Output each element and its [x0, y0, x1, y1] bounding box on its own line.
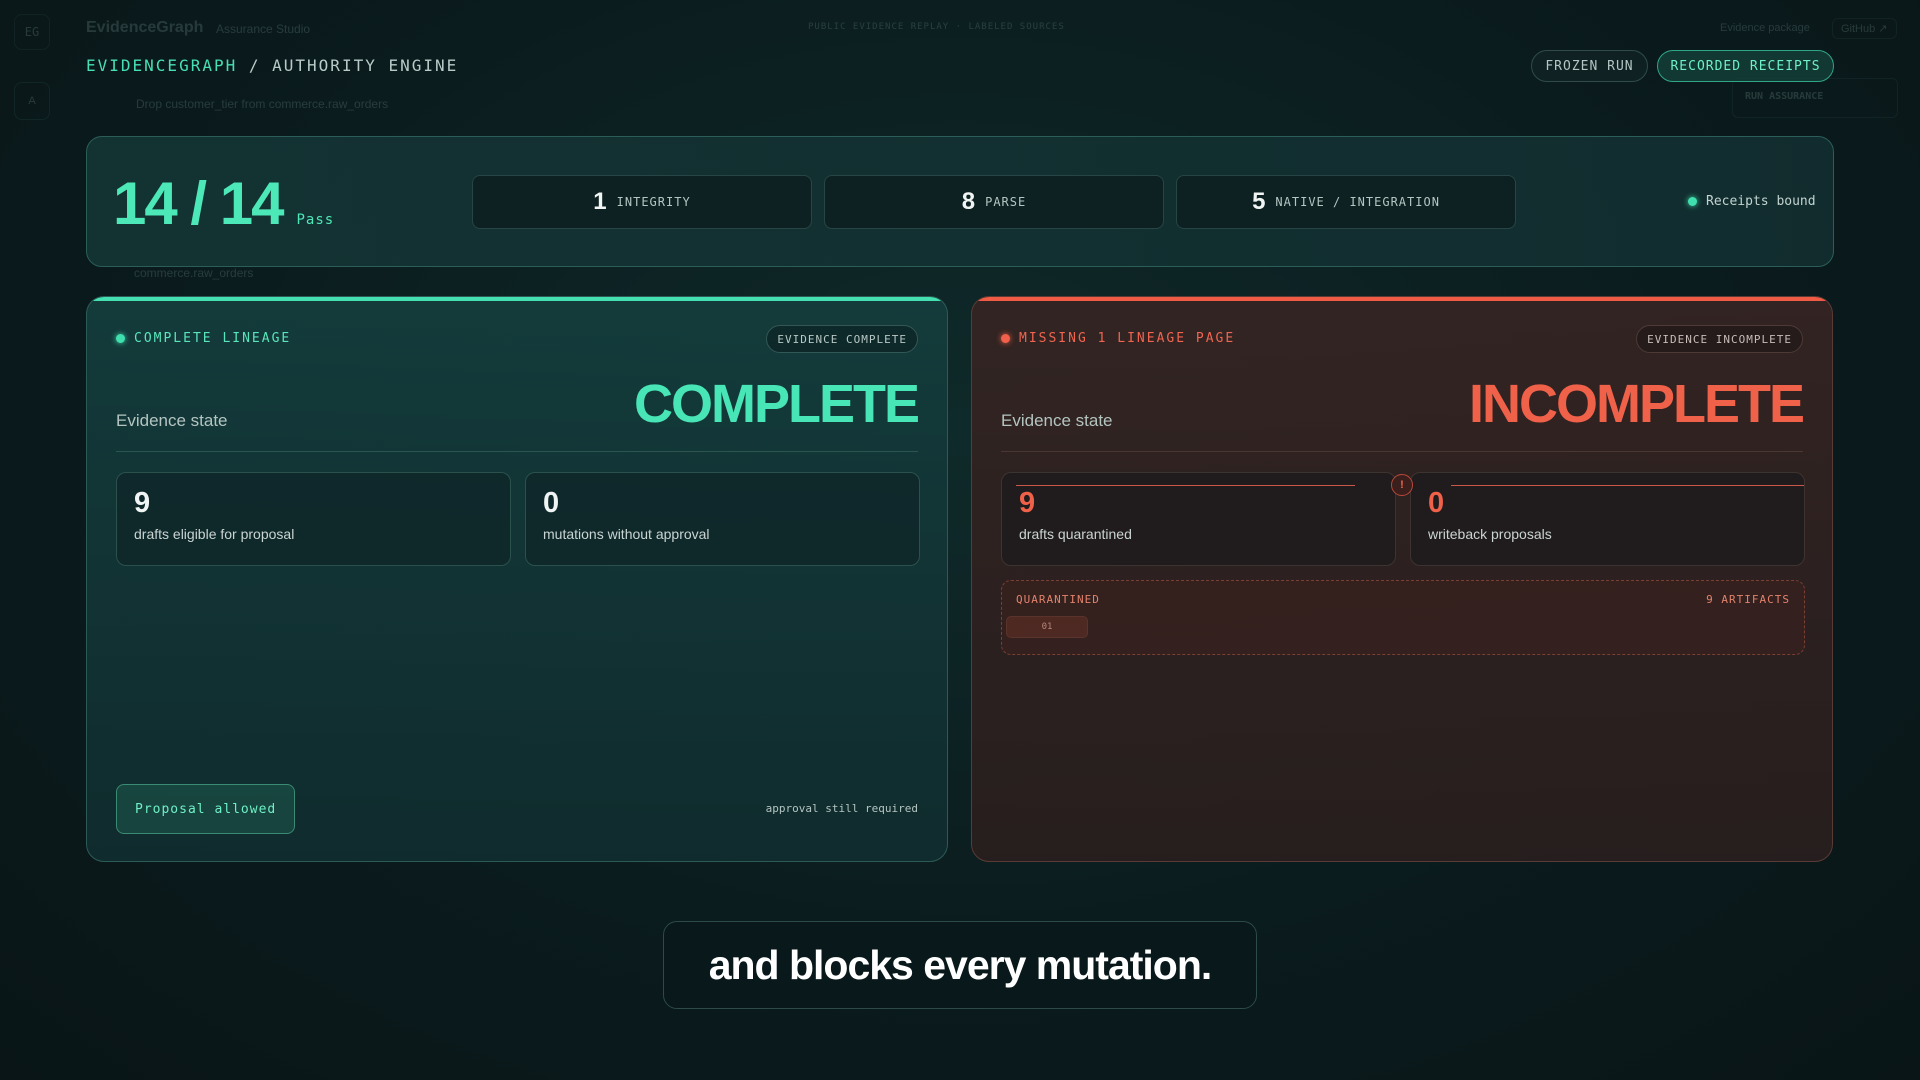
stat-parse: 8 PARSE	[824, 175, 1164, 229]
metric-drafts-quarantined: 9 drafts quarantined	[1001, 472, 1396, 566]
stat-number: 5	[1252, 188, 1266, 215]
metric-label: drafts eligible for proposal	[134, 526, 295, 542]
metric-mutations-without-approval: 0 mutations without approval	[525, 472, 920, 566]
quarantine-artifact-chip[interactable]: 01	[1006, 616, 1088, 638]
divider	[1001, 451, 1803, 452]
card-accent-bar	[87, 297, 947, 301]
page-title: EVIDENCEGRAPH / AUTHORITY ENGINE	[86, 56, 458, 75]
app-brand: EvidenceGraph	[86, 19, 204, 36]
status-dot-icon	[1001, 334, 1010, 343]
connector-line	[1016, 485, 1355, 486]
evidence-state-value: COMPLETE	[633, 374, 920, 434]
metric-label: writeback proposals	[1428, 526, 1552, 542]
summary-bar: 14 / 14 Pass 1 INTEGRITY 8 PARSE 5 NATIV…	[86, 136, 1834, 267]
receipts-bound-label: Receipts bound	[1706, 194, 1816, 209]
quarantine-count: 9 ARTIFACTS	[1706, 593, 1790, 606]
metric-number: 0	[1428, 487, 1445, 519]
stat-label: INTEGRITY	[616, 195, 691, 209]
metric-drafts-eligible: 9 drafts eligible for proposal	[116, 472, 511, 566]
source-table-label: commerce.raw_orders	[134, 266, 254, 280]
quarantine-panel: QUARANTINED 9 ARTIFACTS 01	[1001, 580, 1805, 655]
metric-label: mutations without approval	[543, 526, 710, 542]
incomplete-lineage-card: MISSING 1 LINEAGE PAGE EVIDENCE INCOMPLE…	[971, 296, 1833, 862]
caption-subtitle: and blocks every mutation.	[663, 921, 1257, 1009]
stat-label: NATIVE / INTEGRATION	[1275, 195, 1440, 209]
evidence-state-label: Evidence state	[116, 411, 228, 430]
lineage-status: COMPLETE LINEAGE	[116, 331, 291, 346]
app-subtitle: Assurance Studio	[216, 22, 311, 36]
metric-number: 0	[543, 487, 560, 519]
status-dot-icon	[1688, 197, 1697, 206]
connector-line	[1451, 485, 1804, 486]
evidence-badge: EVIDENCE COMPLETE	[766, 325, 918, 353]
evidence-state-value: INCOMPLETE	[1468, 374, 1805, 434]
divider	[116, 451, 918, 452]
quarantine-label: QUARANTINED	[1016, 593, 1100, 606]
evidence-badge: EVIDENCE INCOMPLETE	[1636, 325, 1803, 353]
alert-icon: !	[1391, 474, 1413, 496]
sidebar-item-a[interactable]: A	[14, 82, 50, 120]
stat-number: 8	[961, 188, 976, 215]
status-dot-icon	[116, 334, 125, 343]
recorded-receipts-button[interactable]: RECORDED RECEIPTS	[1657, 50, 1834, 82]
lineage-status: MISSING 1 LINEAGE PAGE	[1001, 331, 1235, 346]
receipts-bound-status: Receipts bound	[1688, 194, 1816, 209]
top-nav[interactable]: PUBLIC EVIDENCE REPLAY · LABELED SOURCES	[808, 22, 1065, 32]
card-accent-bar	[972, 297, 1832, 301]
page-title-section: AUTHORITY ENGINE	[272, 56, 459, 75]
run-assurance-button[interactable]: RUN ASSURANCE	[1732, 78, 1898, 118]
stat-number: 1	[593, 188, 607, 215]
score: 14 / 14 Pass	[113, 169, 334, 238]
metric-writeback-proposals: 0 writeback proposals	[1410, 472, 1805, 566]
github-link[interactable]: GitHub ↗	[1832, 18, 1897, 39]
metric-number: 9	[134, 487, 151, 519]
score-pass-label: Pass	[296, 212, 335, 228]
lineage-label: COMPLETE LINEAGE	[134, 331, 292, 346]
metric-label: drafts quarantined	[1019, 526, 1132, 542]
page-title-brand: EVIDENCEGRAPH	[86, 56, 238, 75]
stat-native-integration: 5 NATIVE / INTEGRATION	[1176, 175, 1516, 229]
score-value: 14 / 14	[113, 170, 284, 237]
stat-integrity: 1 INTEGRITY	[472, 175, 812, 229]
metric-number: 9	[1019, 487, 1036, 519]
frozen-run-button[interactable]: FROZEN RUN	[1531, 50, 1648, 82]
lineage-label: MISSING 1 LINEAGE PAGE	[1019, 331, 1236, 346]
complete-lineage-card: COMPLETE LINEAGE EVIDENCE COMPLETE Evide…	[86, 296, 948, 862]
evidence-state-label: Evidence state	[1001, 411, 1113, 430]
evidence-package-link[interactable]: Evidence package	[1720, 22, 1810, 34]
proposal-allowed-button[interactable]: Proposal allowed	[116, 784, 296, 834]
logo-icon: EG	[14, 14, 50, 50]
stat-label: PARSE	[985, 195, 1027, 209]
page-title-separator: /	[237, 56, 273, 75]
approval-note: approval still required	[765, 802, 918, 815]
scenario-description: Drop customer_tier from commerce.raw_ord…	[136, 97, 389, 111]
